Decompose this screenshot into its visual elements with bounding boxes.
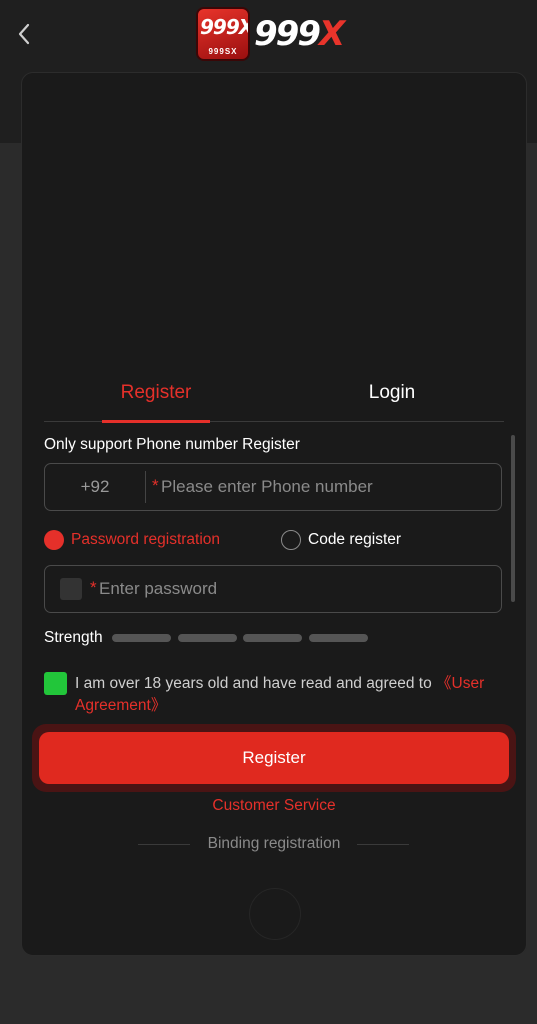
scrollbar[interactable] <box>511 435 515 602</box>
agreement-statement: I am over 18 years old and have read and… <box>75 675 437 692</box>
divider <box>145 471 146 503</box>
faded-icon <box>249 888 301 940</box>
active-tab-indicator <box>102 420 210 423</box>
strength-label: Strength <box>44 629 103 646</box>
support-note: Only support Phone number Register <box>44 436 300 453</box>
required-mark: * <box>152 476 159 495</box>
eye-toggle-icon[interactable] <box>60 578 82 600</box>
badge-main-text: 999X <box>200 15 250 39</box>
password-input[interactable] <box>99 566 489 612</box>
back-arrow-icon[interactable] <box>10 20 38 48</box>
brand-logo: 999X 999SX 999X <box>196 6 345 62</box>
divider-right <box>357 844 409 845</box>
agreement-checkbox[interactable] <box>44 672 67 695</box>
auth-card: Register Login Only support Phone number… <box>21 72 527 956</box>
register-button[interactable]: Register <box>39 732 509 784</box>
password-registration-option[interactable]: Password registration <box>44 528 220 552</box>
badge-sub-text: 999SX <box>208 47 238 56</box>
password-field: * <box>44 565 502 613</box>
tab-register[interactable]: Register <box>102 365 210 421</box>
customer-service-link[interactable]: Customer Service <box>22 797 526 815</box>
brand-wordmark: 999X <box>254 14 345 54</box>
option-label: Code register <box>308 531 402 548</box>
app-badge-logo: 999X 999SX <box>196 7 250 61</box>
tab-login[interactable]: Login <box>336 365 448 421</box>
radio-unselected-icon <box>281 530 301 550</box>
code-register-option[interactable]: Code register <box>281 528 401 552</box>
strength-bar <box>243 634 302 642</box>
wordmark-digits: 999 <box>254 14 321 54</box>
phone-input[interactable] <box>161 464 491 510</box>
phone-field: +92 * <box>44 463 502 511</box>
auth-tabs: Register Login <box>44 365 504 423</box>
strength-bar <box>309 634 368 642</box>
radio-selected-icon <box>44 530 64 550</box>
agreement-text: I am over 18 years old and have read and… <box>75 673 505 717</box>
strength-bar <box>112 634 171 642</box>
binding-registration-link[interactable]: Binding registration <box>22 835 526 853</box>
country-code-selector[interactable]: +92 <box>45 464 145 510</box>
option-label: Password registration <box>71 531 221 548</box>
required-mark: * <box>90 578 97 597</box>
wordmark-x: X <box>318 14 345 54</box>
strength-bar <box>178 634 237 642</box>
